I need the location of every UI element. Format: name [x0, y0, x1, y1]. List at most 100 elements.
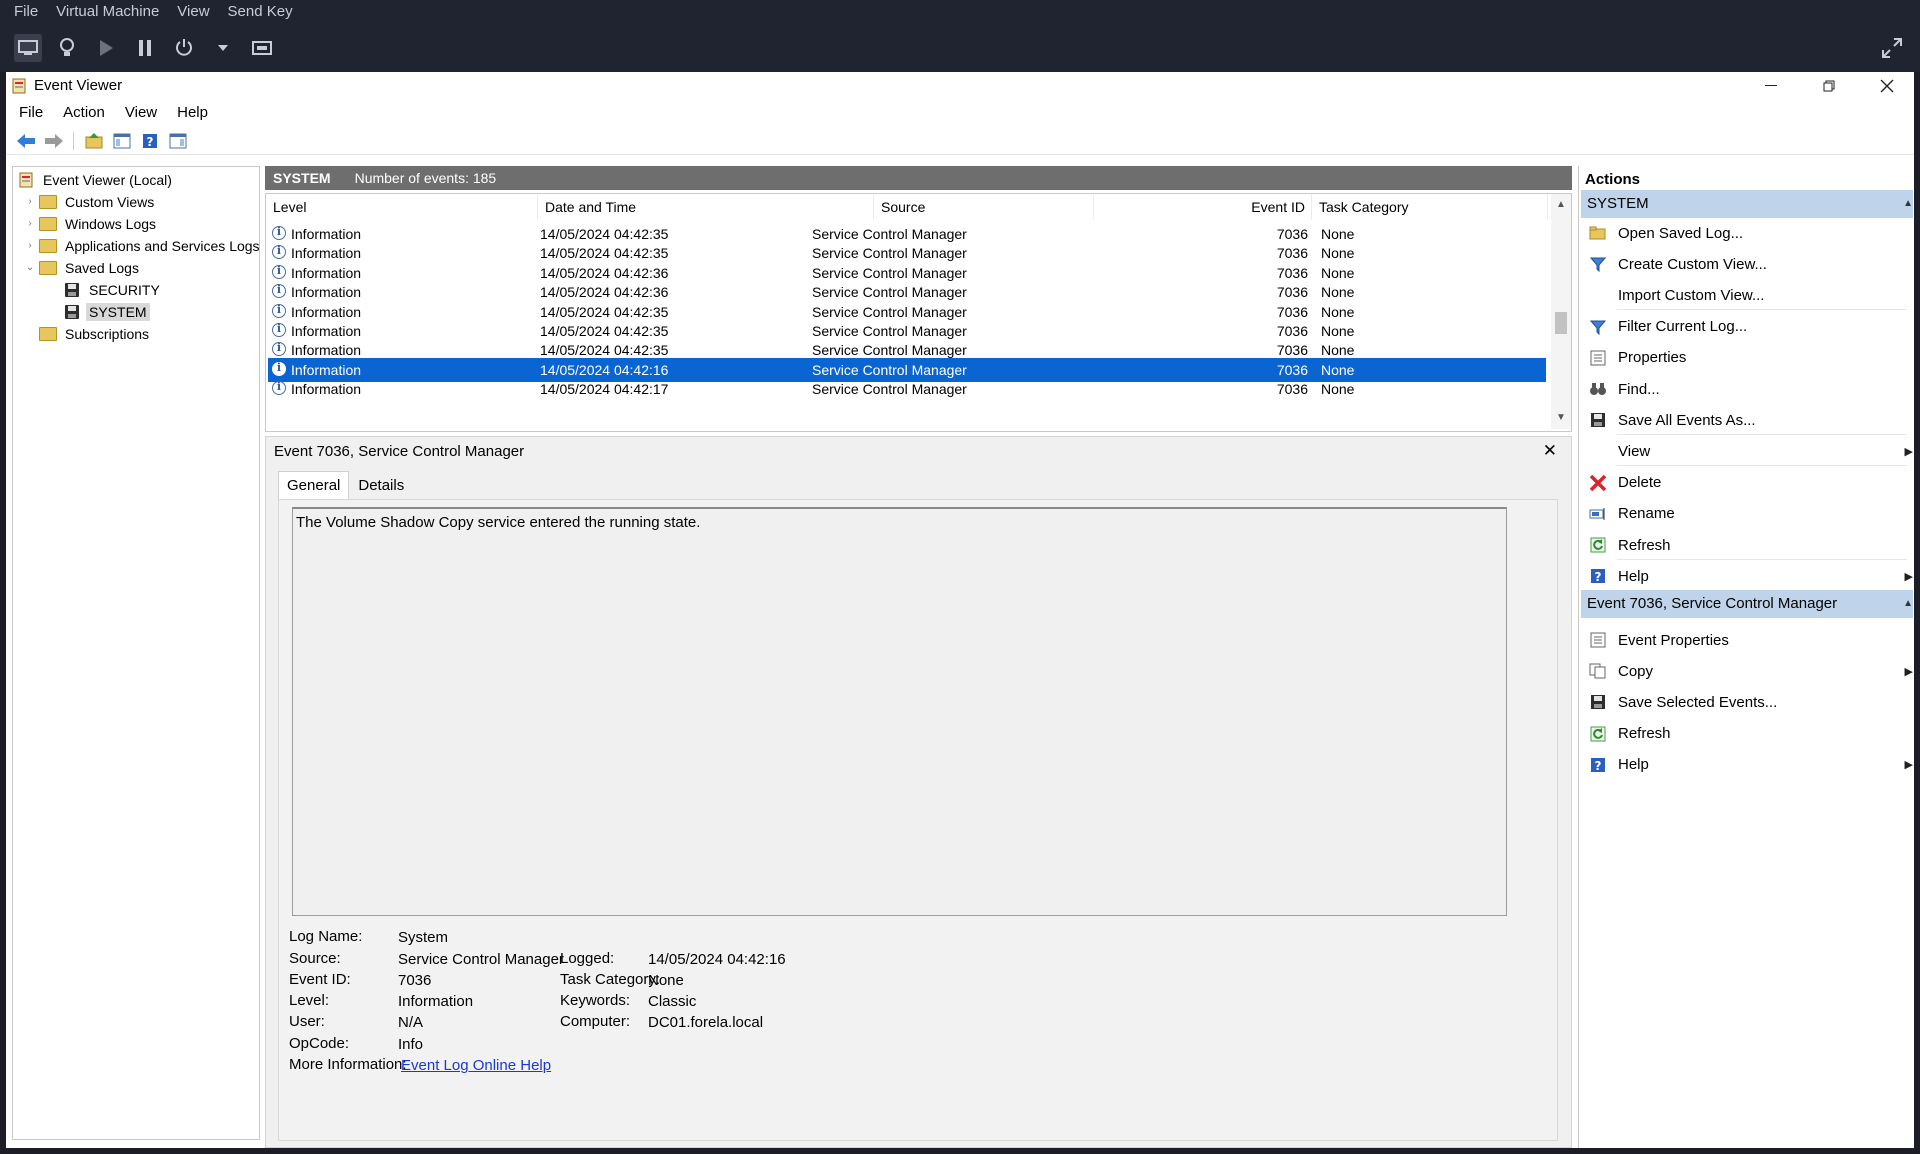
tree-item-saved-logs[interactable]: ⌄ Saved Logs — [23, 257, 142, 278]
tree-label: SYSTEM — [86, 302, 150, 321]
scroll-down-icon[interactable]: ▼ — [1551, 409, 1571, 427]
vm-menu-send-key[interactable]: Send Key — [219, 0, 302, 24]
action-group-system[interactable]: SYSTEM ▲ — [1581, 190, 1913, 218]
tree-item-subscriptions[interactable]: Subscriptions — [37, 323, 152, 344]
vm-pause-icon[interactable] — [131, 34, 159, 62]
action-refresh[interactable]: Refresh — [1581, 721, 1913, 747]
vm-screens-icon[interactable] — [248, 34, 276, 62]
menu-action[interactable]: Action — [53, 102, 115, 124]
event-list-scrollbar[interactable]: ▲ ▼ — [1551, 194, 1571, 429]
menu-help[interactable]: Help — [167, 102, 218, 124]
tab-details[interactable]: Details — [349, 471, 413, 500]
action-refresh[interactable]: Refresh — [1581, 532, 1913, 560]
information-icon — [272, 341, 286, 357]
menu-view[interactable]: View — [115, 102, 167, 124]
keywords-label: Keywords: — [560, 992, 631, 1009]
close-window-button[interactable] — [1864, 72, 1910, 100]
help-icon[interactable]: ? — [139, 131, 161, 151]
action-group-label: SYSTEM — [1587, 195, 1649, 212]
event-log-online-help-link[interactable]: Event Log Online Help — [401, 1057, 551, 1074]
tree-item-windows-logs[interactable]: › Windows Logs — [23, 213, 159, 234]
expand-chevron-icon[interactable]: › — [23, 196, 37, 207]
action-open-saved-log[interactable]: Open Saved Log... — [1581, 220, 1913, 246]
scroll-up-icon[interactable]: ▲ — [1551, 196, 1571, 214]
minimize-button[interactable] — [1748, 72, 1794, 100]
folder-icon — [39, 194, 57, 210]
window-title: Event Viewer — [34, 77, 123, 94]
column-header-event-id[interactable]: Event ID — [1094, 194, 1312, 220]
action-group-event[interactable]: Event 7036, Service Control Manager ▲ — [1581, 590, 1913, 618]
action-copy[interactable]: Copy ▶ — [1581, 658, 1913, 684]
action-properties[interactable]: Properties — [1581, 345, 1913, 371]
vm-menu-virtual-machine[interactable]: Virtual Machine — [47, 0, 168, 24]
action-event-properties[interactable]: Event Properties — [1581, 627, 1913, 653]
action-find[interactable]: Find... — [1581, 376, 1913, 402]
action-label: Create Custom View... — [1618, 255, 1767, 273]
opcode-label: OpCode: — [289, 1035, 350, 1052]
column-header-source[interactable]: Source — [874, 194, 1094, 220]
action-rename[interactable]: Rename — [1581, 501, 1913, 527]
svg-text:?: ? — [147, 135, 154, 149]
scrollbar-thumb[interactable] — [1555, 312, 1567, 334]
back-arrow-icon[interactable] — [15, 131, 37, 151]
action-filter-current-log[interactable]: Filter Current Log... — [1581, 314, 1913, 340]
action-delete[interactable]: Delete — [1581, 470, 1913, 496]
vm-menu-view[interactable]: View — [168, 0, 218, 24]
vm-play-icon[interactable] — [92, 34, 120, 62]
action-help[interactable]: ? Help ▶ — [1581, 563, 1913, 589]
collapse-caret-icon[interactable]: ▲ — [1903, 190, 1913, 218]
action-create-custom-view[interactable]: Create Custom View... — [1581, 251, 1913, 277]
copy-icon — [1588, 661, 1608, 681]
action-label: Refresh — [1618, 536, 1671, 554]
vm-power-dropdown-icon[interactable] — [209, 34, 237, 62]
column-header-task-category[interactable]: Task Category — [1312, 194, 1548, 220]
up-folder-icon[interactable] — [83, 131, 105, 151]
column-header-date-time[interactable]: Date and Time — [538, 194, 874, 220]
tree-label: Custom Views — [65, 193, 155, 210]
vm-menu-file[interactable]: File — [0, 0, 47, 24]
vm-lightbulb-icon[interactable] — [53, 34, 81, 62]
expand-chevron-icon[interactable]: › — [23, 218, 37, 229]
tab-general[interactable]: General — [278, 471, 350, 500]
task-category-label: Task Category: — [560, 971, 661, 988]
vm-console-icon[interactable] — [14, 34, 42, 62]
tree-item-applications-services-logs[interactable]: › Applications and Services Logs — [23, 235, 259, 256]
blank-icon — [1588, 441, 1608, 461]
toolbar-separator — [73, 132, 74, 150]
action-help[interactable]: ? Help ▶ — [1581, 752, 1913, 778]
show-hide-action-pane-icon[interactable] — [167, 131, 189, 151]
tree-item-custom-views[interactable]: › Custom Views — [23, 191, 157, 212]
opcode-value: Info — [398, 1036, 424, 1053]
tree-label: Event Viewer (Local) — [43, 171, 172, 188]
detail-tabs: General Details — [278, 471, 413, 500]
tree-item-event-viewer-local[interactable]: Event Viewer (Local) — [15, 169, 175, 190]
column-header-level[interactable]: Level — [266, 194, 538, 220]
action-save-all-events-as[interactable]: Save All Events As... — [1581, 407, 1913, 436]
delete-icon — [1588, 473, 1608, 493]
cell-task-category: None — [1321, 381, 1355, 398]
information-icon — [272, 361, 286, 376]
tree-item-system[interactable]: SYSTEM — [61, 301, 150, 322]
action-view[interactable]: View ▶ — [1581, 438, 1913, 467]
blank-icon — [1588, 285, 1608, 305]
action-save-selected-events[interactable]: Save Selected Events... — [1581, 689, 1913, 715]
tree-item-security[interactable]: SECURITY — [61, 279, 163, 300]
expand-chevron-icon[interactable]: › — [23, 240, 37, 251]
event-description-box[interactable]: The Volume Shadow Copy service entered t… — [292, 507, 1507, 916]
menu-file[interactable]: File — [6, 102, 53, 124]
collapse-chevron-icon[interactable]: ⌄ — [23, 262, 37, 273]
rename-icon — [1588, 504, 1608, 524]
action-import-custom-view[interactable]: Import Custom View... — [1581, 282, 1913, 311]
vm-fullscreen-icon[interactable] — [1878, 34, 1906, 62]
restore-button[interactable] — [1806, 72, 1852, 100]
event-id-label: Event ID: — [289, 971, 351, 988]
close-icon[interactable]: ✕ — [1543, 441, 1557, 461]
forward-arrow-icon[interactable] — [43, 131, 65, 151]
show-hide-tree-icon[interactable] — [111, 131, 133, 151]
log-name-value: System — [398, 929, 449, 946]
binoculars-icon — [1588, 379, 1608, 399]
collapse-caret-icon[interactable]: ▲ — [1903, 590, 1913, 618]
vm-power-icon[interactable] — [170, 34, 198, 62]
event-row[interactable]: Information 14/05/2024 04:42:17 Service Co… — [268, 377, 1546, 401]
action-label: Properties — [1618, 349, 1687, 367]
